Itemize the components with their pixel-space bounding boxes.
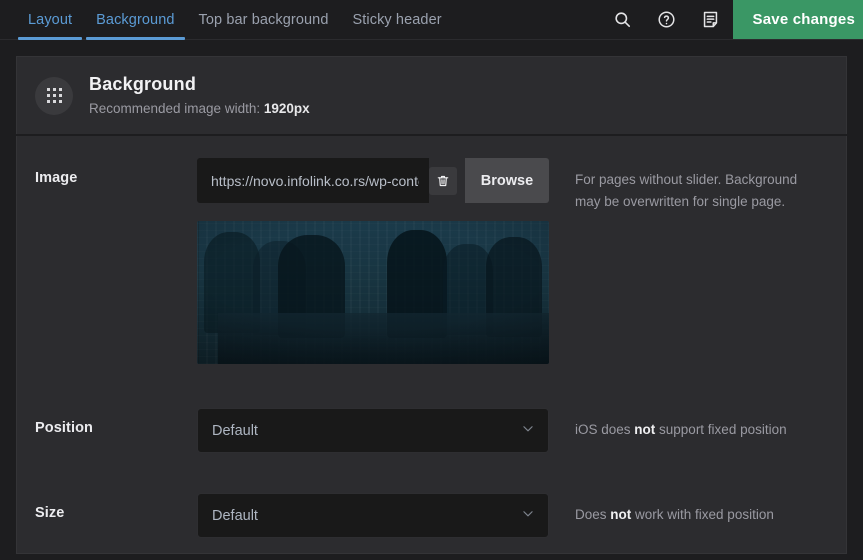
panel-header: Background Recommended image width: 1920… bbox=[16, 56, 847, 134]
page-content: Background Recommended image width: 1920… bbox=[0, 40, 863, 554]
panel-body: Image Browse bbox=[16, 136, 847, 554]
row-position-help: iOS does not support fixed position bbox=[549, 408, 826, 441]
tab-list: Layout Background Top bar background Sti… bbox=[0, 0, 454, 40]
search-icon[interactable] bbox=[601, 0, 645, 39]
panel-subtitle-value: 1920px bbox=[263, 100, 310, 116]
trash-icon[interactable] bbox=[429, 166, 457, 195]
tab-top-bar-background[interactable]: Top bar background bbox=[187, 0, 341, 39]
dot-grid-icon bbox=[35, 76, 73, 115]
top-bar: Layout Background Top bar background Sti… bbox=[0, 0, 863, 40]
row-position-help-prefix: iOS does bbox=[575, 422, 635, 437]
top-bar-actions: Save changes bbox=[601, 0, 863, 39]
row-size-help-bold: not bbox=[610, 507, 632, 522]
position-select[interactable]: Default bbox=[197, 408, 549, 453]
row-image-help: For pages without slider. Background may… bbox=[575, 172, 798, 209]
browse-button[interactable]: Browse bbox=[465, 158, 549, 203]
size-select[interactable]: Default bbox=[197, 493, 549, 538]
tab-background[interactable]: Background bbox=[84, 0, 186, 40]
tab-top-bar-background-label: Top bar background bbox=[198, 11, 329, 28]
row-size-help-suffix: work with fixed position bbox=[631, 507, 774, 522]
row-image: Image Browse bbox=[17, 136, 846, 364]
panel-header-text: Background Recommended image width: 1920… bbox=[89, 72, 310, 119]
image-url-field: Browse bbox=[197, 158, 549, 203]
row-image-control: Browse bbox=[197, 158, 549, 364]
row-size-help: Does not work with fixed position bbox=[549, 493, 826, 526]
row-position-label: Position bbox=[35, 420, 93, 436]
panel-subtitle: Recommended image width: 1920px bbox=[89, 99, 310, 119]
tab-layout-label: Layout bbox=[28, 11, 73, 28]
row-position: Position Default iOS does not support fi… bbox=[17, 364, 846, 453]
tab-layout[interactable]: Layout bbox=[16, 0, 84, 40]
image-url-input[interactable] bbox=[197, 158, 429, 203]
notes-icon[interactable] bbox=[689, 0, 733, 39]
row-position-help-bold: not bbox=[634, 422, 656, 437]
background-image-preview[interactable] bbox=[197, 221, 549, 364]
row-position-help-suffix: support fixed position bbox=[655, 422, 787, 437]
row-image-label: Image bbox=[35, 170, 78, 186]
panel-subtitle-prefix: Recommended image width: bbox=[89, 100, 264, 116]
tab-sticky-header-label: Sticky header bbox=[352, 11, 442, 28]
row-size: Size Default Does not work with fixed po… bbox=[17, 453, 846, 538]
row-size-control: Default bbox=[197, 493, 549, 538]
tab-sticky-header[interactable]: Sticky header bbox=[341, 0, 454, 39]
save-changes-button[interactable]: Save changes bbox=[732, 0, 863, 39]
row-size-label: Size bbox=[35, 505, 65, 521]
tab-background-label: Background bbox=[96, 11, 175, 28]
row-size-help-prefix: Does bbox=[575, 507, 611, 522]
help-icon[interactable] bbox=[645, 0, 689, 39]
row-position-control: Default bbox=[197, 408, 549, 453]
page-title: Background bbox=[89, 74, 197, 95]
